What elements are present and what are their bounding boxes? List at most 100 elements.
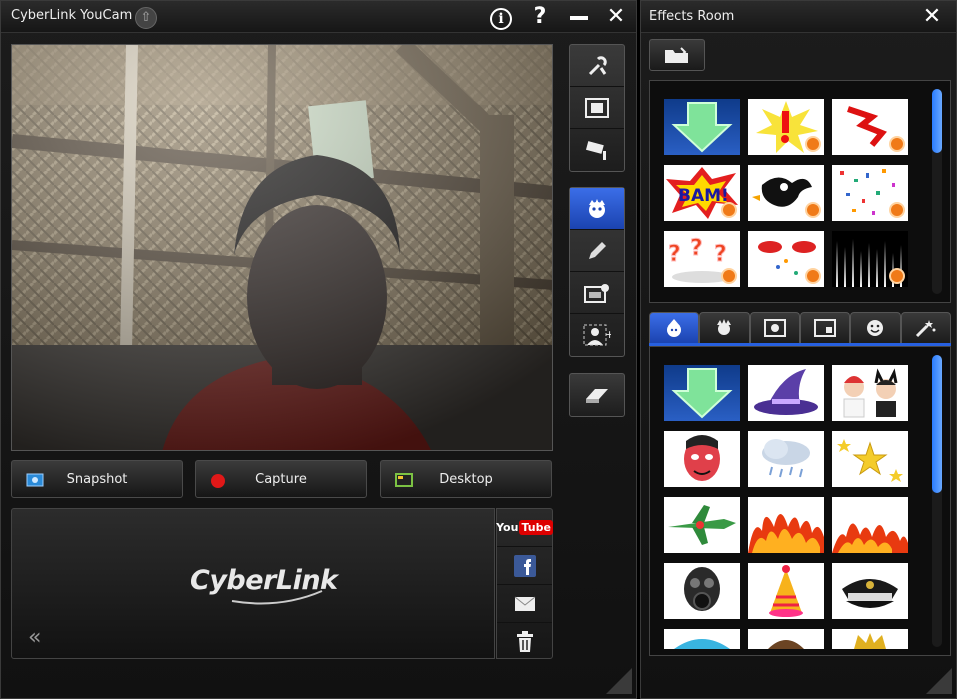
effects-resize-grip[interactable] [926,668,952,694]
eraser-group [569,373,625,417]
scroll-thumb[interactable] [932,355,942,493]
angel-devil-icon [843,368,898,418]
youtube-upload-button[interactable]: You Tube [496,509,553,547]
draw-button[interactable] [570,230,624,272]
effect-badge-icon [889,268,905,284]
upgrade-icon[interactable]: ⇧ [135,7,157,29]
particle-icon [717,319,732,335]
category-effects-panel [649,346,951,656]
effect-opera-mask[interactable] [664,431,740,487]
effect-exclamation-burst[interactable] [748,99,824,155]
download-more-effect[interactable] [664,99,740,155]
add-avatar-icon: + [583,324,611,346]
snapshot-label: Snapshot [66,472,128,487]
opera-mask-icon [684,435,720,481]
emotion-icon [867,320,884,336]
tab-magic[interactable] [900,312,951,343]
eraser-button[interactable] [570,374,624,416]
recent-effects-grid: BAM! ??? [664,99,908,287]
fullscreen-button[interactable] [570,87,624,129]
expand-tray-icon[interactable]: « [28,625,41,650]
effects-close-button[interactable]: ✕ [919,4,945,30]
frame-icon [763,319,786,337]
effect-partial-2[interactable] [748,629,824,649]
effect-badge-icon [805,136,821,152]
scene-button[interactable] [570,272,624,314]
download-arrow-icon [671,368,733,419]
effect-gold-stars[interactable] [832,431,908,487]
effect-party-hat[interactable] [748,563,824,619]
effect-partial-1[interactable] [664,629,740,649]
effect-rain-cloud[interactable] [748,431,824,487]
effect-red-zigzag[interactable] [832,99,908,155]
effect-red-lips[interactable] [748,231,824,287]
email-button[interactable] [497,585,552,623]
face-tracking-button[interactable]: + [570,314,624,356]
effect-bam[interactable]: BAM! [664,165,740,221]
share-bar: You Tube [496,508,553,659]
close-button[interactable]: ✕ [603,4,629,30]
category-effects-scrollbar[interactable] [932,355,942,647]
capture-button[interactable]: Capture [195,460,367,498]
delete-button[interactable] [497,623,552,661]
title-bar: CyberLink YouCam ⇧ i ? ✕ [1,1,636,33]
snapshot-button[interactable]: Snapshot [11,460,183,498]
effect-question-marks[interactable]: ??? [664,231,740,287]
brown-hair-icon [768,640,804,649]
minimize-icon [570,16,588,20]
tools-icon [588,55,607,75]
effect-black-bird[interactable] [748,165,824,221]
capture-label: Capture [255,472,307,487]
fire-icon [748,497,824,553]
effect-fire-2[interactable] [832,497,908,553]
police-cap-icon [842,579,898,608]
effect-police-cap[interactable] [832,563,908,619]
minimize-button[interactable] [566,4,592,30]
effect-angel-devil[interactable] [832,365,908,421]
effects-button[interactable] [570,188,624,230]
effect-witch-hat[interactable] [748,365,824,421]
trash-icon [516,631,533,652]
effect-light-streaks[interactable] [832,231,908,287]
tab-particle[interactable] [699,312,750,343]
media-tray[interactable]: CyberLink « [11,508,495,659]
gas-mask-icon [684,567,720,611]
tab-emotion[interactable] [850,312,901,343]
effect-green-plane[interactable] [664,497,740,553]
tab-filter[interactable] [799,312,851,343]
blue-cap-icon [674,639,730,649]
tab-frame[interactable] [749,312,800,343]
effect-badge-icon [721,202,737,218]
info-button[interactable]: i [488,4,514,30]
import-folder-button[interactable] [649,39,705,71]
effect-badge-icon [805,202,821,218]
svg-text:BAM!: BAM! [678,186,729,206]
download-arrow-icon [671,102,733,153]
help-button[interactable]: ? [527,4,553,30]
party-hat-icon [769,565,803,617]
plane-icon [668,505,736,545]
recent-effects-scrollbar[interactable] [932,89,942,294]
resize-grip[interactable] [606,668,632,694]
effect-confetti[interactable] [832,165,908,221]
effect-partial-3[interactable] [832,629,908,649]
facebook-upload-button[interactable] [497,547,552,585]
settings-button[interactable] [570,45,624,87]
svg-text:?: ? [668,242,681,267]
desktop-button[interactable]: Desktop [380,460,552,498]
webcam-preview[interactable] [11,44,553,451]
webcam-frame [12,45,552,450]
effect-fire[interactable] [748,497,824,553]
fullscreen-icon [585,97,609,118]
category-effects-grid [664,365,908,649]
effects-title-bar: Effects Room ✕ [641,1,956,33]
effect-gas-mask[interactable] [664,563,740,619]
surveillance-button[interactable] [570,129,624,171]
filter-icon [814,319,837,337]
effect-badge-icon [805,268,821,284]
download-more-avatars[interactable] [664,365,740,421]
tab-avatar[interactable] [649,312,700,343]
svg-text:+: + [605,328,611,341]
witch-hat-icon [754,369,818,415]
scroll-thumb[interactable] [932,89,942,153]
